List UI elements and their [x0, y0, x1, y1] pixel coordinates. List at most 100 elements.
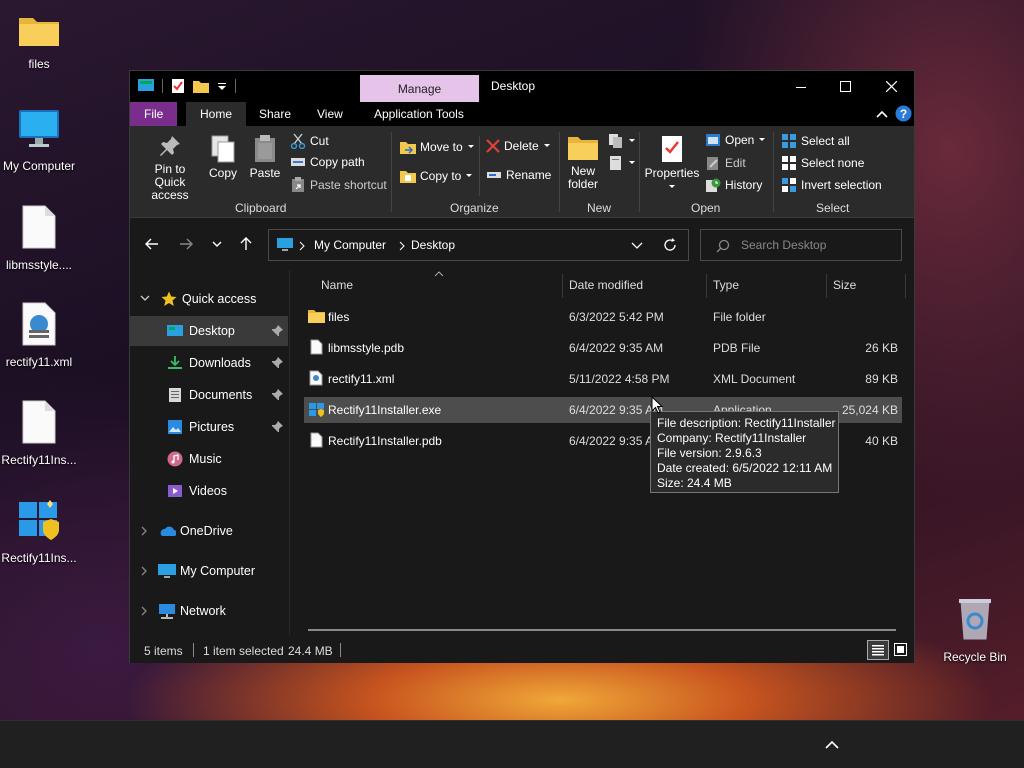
file-row[interactable]: files 6/3/2022 5:42 PM File folder [304, 304, 902, 330]
status-item-count: 5 items [144, 644, 183, 658]
easy-access-button[interactable] [608, 155, 636, 171]
clipboard-group-label: Clipboard [235, 201, 287, 215]
status-separator [340, 643, 341, 657]
open-button[interactable]: Open [705, 133, 766, 147]
select-none-button[interactable]: Select none [781, 155, 864, 171]
chevron-down-icon [467, 145, 474, 148]
details-view-button[interactable] [867, 640, 889, 660]
desktop-icon-recycle-bin[interactable]: Recycle Bin [935, 597, 1015, 664]
breadcrumb-desktop[interactable]: Desktop [411, 238, 455, 252]
help-icon[interactable]: ? [895, 105, 912, 122]
tab-manage[interactable]: Manage [360, 75, 479, 102]
pin-icon[interactable] [272, 357, 283, 368]
pin-icon[interactable] [272, 421, 283, 432]
up-icon[interactable] [238, 236, 254, 252]
properties-button[interactable]: Properties [644, 134, 700, 193]
history-button[interactable]: History [705, 177, 762, 193]
breadcrumb-my-computer[interactable]: My Computer [314, 238, 386, 252]
move-to-button[interactable]: Move to [400, 139, 475, 155]
column-header-size[interactable]: Size [833, 278, 856, 292]
rename-icon [487, 172, 501, 178]
column-separator[interactable] [826, 274, 827, 298]
nav-item-music[interactable]: Music [130, 444, 288, 474]
copy-path-button[interactable]: Copy path [290, 155, 365, 169]
desktop-icon-label: Rectify11Ins... [1, 551, 77, 565]
nav-item-documents[interactable]: Documents [130, 380, 288, 410]
desktop-icon-libmsstyle[interactable]: libmsstyle.... [0, 205, 79, 272]
desktop-icon-rectify11-exe[interactable]: Rectify11Ins... [0, 498, 79, 565]
installer-icon [309, 403, 324, 417]
desktop-icon-label: Rectify11Ins... [1, 453, 77, 467]
paste-button[interactable]: Paste [248, 134, 282, 180]
nav-onedrive[interactable]: OneDrive [130, 516, 288, 546]
search-box[interactable]: Search Desktop [700, 229, 902, 261]
customize-qat-icon[interactable] [217, 80, 227, 92]
column-separator[interactable] [562, 274, 563, 298]
minimize-button[interactable] [778, 71, 824, 102]
column-header-name[interactable]: Name [321, 278, 353, 292]
column-separator[interactable] [905, 274, 906, 298]
column-header-date[interactable]: Date modified [569, 278, 643, 292]
cut-icon [290, 133, 306, 149]
nav-item-pictures[interactable]: Pictures [130, 412, 288, 442]
breadcrumb-chevron-icon [299, 241, 305, 251]
nav-item-downloads[interactable]: Downloads [130, 348, 288, 378]
tab-file[interactable]: File [130, 102, 178, 126]
show-hidden-icons-icon[interactable] [822, 735, 842, 755]
edit-button[interactable]: Edit [705, 155, 746, 171]
pin-icon[interactable] [272, 325, 283, 336]
nav-item-videos[interactable]: Videos [130, 476, 288, 506]
properties-qat-icon[interactable] [171, 78, 185, 94]
select-all-button[interactable]: Select all [781, 133, 850, 149]
status-bar: 5 items 1 item selected 24.4 MB [130, 639, 914, 663]
new-folder-button[interactable]: New folder [564, 134, 602, 191]
file-name: rectify11.xml [328, 372, 395, 386]
nav-quick-access[interactable]: Quick access [130, 284, 288, 314]
forward-icon[interactable] [178, 236, 194, 252]
rename-button[interactable]: Rename [486, 168, 551, 182]
address-bar[interactable]: My Computer Desktop [268, 229, 689, 261]
close-button[interactable] [868, 71, 914, 102]
copy-button[interactable]: Copy [208, 134, 238, 180]
maximize-button[interactable] [822, 71, 868, 102]
tab-home[interactable]: Home [186, 102, 247, 126]
copy-to-button[interactable]: Copy to [400, 168, 473, 184]
ribbon: Pin to Quick access Copy Paste Cut Copy … [130, 126, 914, 218]
column-header-type[interactable]: Type [713, 278, 739, 292]
back-icon[interactable] [144, 236, 160, 252]
cut-button[interactable]: Cut [290, 133, 329, 149]
desktop-icon-rectify11-pdb[interactable]: Rectify11Ins... [0, 400, 79, 467]
file-row[interactable]: libmsstyle.pdb 6/4/2022 9:35 AM PDB File… [304, 335, 902, 361]
delete-button[interactable]: Delete [486, 139, 551, 153]
horizontal-scrollbar[interactable] [308, 629, 896, 631]
new-group-label: New [587, 201, 612, 215]
collapse-ribbon-icon[interactable] [876, 109, 888, 119]
nav-network[interactable]: Network [130, 596, 288, 626]
large-icons-view-button[interactable] [890, 640, 912, 660]
address-dropdown-icon[interactable] [631, 241, 643, 251]
select-none-icon [782, 156, 796, 170]
invert-selection-button[interactable]: Invert selection [781, 177, 882, 193]
nav-label: OneDrive [180, 524, 233, 538]
pin-to-quick-access-button[interactable]: Pin to Quick access [138, 134, 202, 202]
nav-my-computer[interactable]: My Computer [130, 556, 288, 586]
new-item-button[interactable] [608, 133, 636, 149]
nav-item-desktop[interactable]: Desktop [130, 316, 288, 346]
new-folder-qat-icon[interactable] [193, 80, 209, 93]
refresh-icon[interactable] [663, 238, 677, 252]
recent-locations-icon[interactable] [209, 236, 225, 252]
desktop-icon-files[interactable]: files [0, 12, 79, 71]
tab-application-tools[interactable]: Application Tools [360, 102, 478, 126]
tab-share[interactable]: Share [245, 102, 305, 126]
pin-icon[interactable] [272, 389, 283, 400]
file-row[interactable]: rectify11.xml 5/11/2022 4:58 PM XML Docu… [304, 366, 902, 392]
column-separator[interactable] [706, 274, 707, 298]
file-size: 89 KB [865, 372, 898, 386]
desktop-icon-rectify11-xml[interactable]: rectify11.xml [0, 302, 79, 369]
desktop-icon-my-computer[interactable]: My Computer [0, 108, 79, 173]
tab-view[interactable]: View [303, 102, 357, 126]
window-title: Desktop [491, 79, 536, 93]
file-date: 6/4/2022 9:35 AM [569, 341, 664, 355]
select-group-label: Select [816, 201, 850, 215]
paste-shortcut-button[interactable]: Paste shortcut [290, 177, 387, 193]
